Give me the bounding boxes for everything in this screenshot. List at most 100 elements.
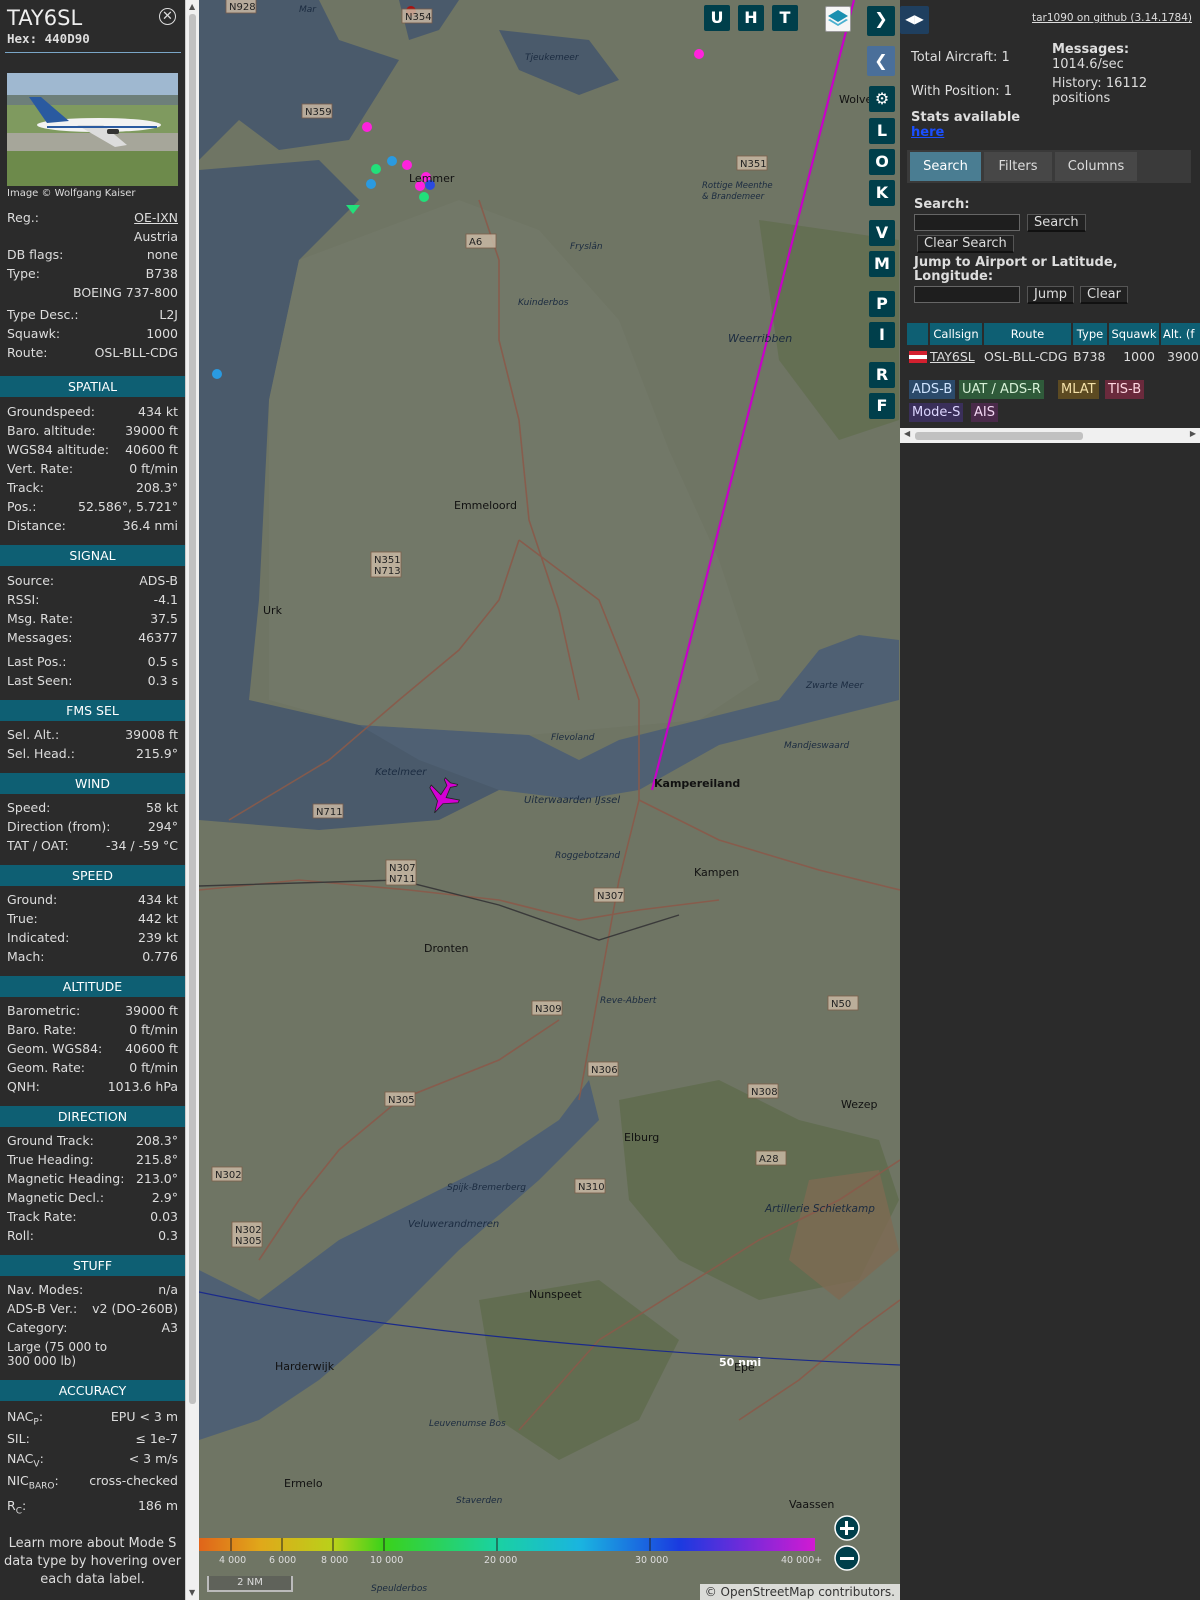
info-row-spatial: Vert. Rate: 0 ft/min xyxy=(7,461,178,479)
info-row-wind: Direction (from): 294° xyxy=(7,819,178,837)
map-toggle-l[interactable]: L xyxy=(869,118,895,144)
place-label: Dronten xyxy=(424,942,469,955)
divider xyxy=(5,52,181,53)
info-value: ≤ 1e-7 xyxy=(135,1431,178,1446)
map-toggle-t[interactable]: T xyxy=(772,5,798,31)
info-label: Speed: xyxy=(7,800,51,815)
aircraft-photo[interactable] xyxy=(7,73,178,186)
collapse-left-button[interactable]: ❮ xyxy=(867,46,895,76)
map-canvas[interactable]: 50 nmi LemmerEmmeloordUrkKampereilandKam… xyxy=(199,0,900,1600)
search-button[interactable]: Search xyxy=(1027,214,1086,232)
place-label: Ketelmeer xyxy=(375,767,427,778)
map-toggle-r[interactable]: R xyxy=(869,362,895,388)
table-header-squawk[interactable]: Squawk xyxy=(1109,323,1159,345)
aircraft-info-panel: TAY6SL Hex: 440D90 ✕ Image © Wolfgang Ka… xyxy=(0,0,185,1600)
info-panel-scrollbar[interactable]: ▲ ▼ xyxy=(185,0,199,1600)
road-shield: N302N305 xyxy=(231,1221,263,1248)
dbflags-label: DB flags: xyxy=(7,247,64,262)
map-toggle-k[interactable]: K xyxy=(869,180,895,206)
info-label: Source: xyxy=(7,573,55,588)
road-shield: N354 xyxy=(401,8,433,24)
map-view[interactable]: 50 nmi Lemmer Emmeloord Urk Kampereiland Kam… xyxy=(199,0,900,1600)
table-header-type[interactable]: Type xyxy=(1073,323,1107,345)
svg-text:N305: N305 xyxy=(235,1236,262,1247)
route-row: Route: OSL-BLL-CDG xyxy=(7,345,178,363)
layers-button[interactable] xyxy=(825,6,851,32)
github-link[interactable]: tar1090 on github (3.14.1784) xyxy=(1032,12,1192,24)
help-footnote: Learn more about Mode S data type by hov… xyxy=(3,1536,182,1587)
info-value: A3 xyxy=(161,1320,178,1335)
zoom-out-button[interactable] xyxy=(834,1545,860,1571)
svg-text:N711: N711 xyxy=(316,807,343,818)
search-input[interactable] xyxy=(914,214,1020,231)
chevron-right-icon: ❯ xyxy=(874,9,888,28)
gear-icon: ⚙ xyxy=(874,89,890,108)
svg-text:N928: N928 xyxy=(229,2,256,13)
toggle-sidebar-button[interactable]: ◀▶ xyxy=(900,6,929,34)
info-value: v2 (DO-260B) xyxy=(92,1301,178,1316)
info-value: ADS-B xyxy=(139,573,178,588)
scroll-thumb[interactable] xyxy=(189,14,196,1404)
altitude-legend-label: 6 000 xyxy=(269,1555,296,1566)
place-label: Epe xyxy=(734,1361,755,1374)
close-icon[interactable]: ✕ xyxy=(159,8,176,25)
expand-right-button[interactable]: ❯ xyxy=(867,6,895,36)
map-toggle-i[interactable]: I xyxy=(869,322,895,348)
svg-text:N354: N354 xyxy=(405,12,432,23)
svg-text:N309: N309 xyxy=(535,1004,562,1015)
road-shield: N351N713 xyxy=(370,551,402,578)
map-toggle-p[interactable]: P xyxy=(869,291,895,317)
info-label: Mach: xyxy=(7,949,45,964)
map-toggle-h[interactable]: H xyxy=(738,5,764,31)
dbflags-value: none xyxy=(146,247,178,262)
clear-search-button[interactable]: Clear Search xyxy=(917,235,1014,253)
row-callsign[interactable]: TAY6SL xyxy=(930,347,982,367)
info-value: 40600 ft xyxy=(125,1041,178,1056)
table-header-callsign[interactable]: Callsign xyxy=(930,323,982,345)
map-toggle-o[interactable]: O xyxy=(869,149,895,175)
scroll-up-arrow[interactable]: ▲ xyxy=(189,2,195,11)
road-shield: N308 xyxy=(747,1083,779,1099)
section-header-altitude: ALTITUDE xyxy=(0,976,185,997)
settings-button[interactable]: ⚙ xyxy=(869,86,895,112)
table-horizontal-scrollbar[interactable]: ◀ ▶ xyxy=(900,428,1200,443)
table-header-route[interactable]: Route xyxy=(984,323,1071,345)
registration-link[interactable]: OE-IXN xyxy=(134,210,178,225)
info-label: NACV: xyxy=(7,1451,44,1470)
info-label: NICBARO: xyxy=(7,1473,59,1492)
map-attribution[interactable]: © OpenStreetMap contributors. xyxy=(699,1584,900,1600)
tab-filters[interactable]: Filters xyxy=(984,152,1052,181)
info-row-accuracy: NACV: < 3 m/s xyxy=(7,1451,178,1470)
svg-text:A28: A28 xyxy=(759,1154,779,1165)
panel-tabs: Search Filters Columns xyxy=(907,150,1191,183)
jump-input[interactable] xyxy=(914,286,1020,303)
info-value: 208.3° xyxy=(135,1133,178,1148)
section-header-direction: DIRECTION xyxy=(0,1106,185,1127)
stats-link[interactable]: here xyxy=(911,125,944,140)
tab-search[interactable]: Search xyxy=(910,152,981,181)
hscroll-thumb[interactable] xyxy=(915,432,1083,440)
squawk-label: Squawk: xyxy=(7,326,61,341)
row-type: B738 xyxy=(1073,349,1106,364)
clear-jump-button[interactable]: Clear xyxy=(1080,286,1128,304)
map-toggle-f[interactable]: F xyxy=(869,393,895,419)
info-label: Distance: xyxy=(7,518,66,533)
jump-button[interactable]: Jump xyxy=(1027,286,1074,304)
altitude-legend-label: 30 000 xyxy=(635,1555,668,1566)
table-header-altitude[interactable]: Alt. (f xyxy=(1161,323,1200,345)
zoom-in-button[interactable] xyxy=(834,1515,860,1541)
table-header-flag xyxy=(907,323,928,345)
tab-columns[interactable]: Columns xyxy=(1055,152,1137,181)
place-label: Ermelo xyxy=(284,1477,323,1490)
info-value: 0.5 s xyxy=(147,654,178,669)
scroll-right-arrow[interactable]: ▶ xyxy=(1190,429,1196,438)
info-value: 39008 ft xyxy=(125,727,178,742)
road-shield: N306 xyxy=(587,1061,619,1077)
info-value: 442 kt xyxy=(138,911,178,926)
scroll-down-arrow[interactable]: ▼ xyxy=(189,1588,195,1597)
source-badge-ais: AIS xyxy=(971,403,998,422)
map-toggle-u[interactable]: U xyxy=(704,5,730,31)
map-toggle-v[interactable]: V xyxy=(869,220,895,246)
scroll-left-arrow[interactable]: ◀ xyxy=(904,429,910,438)
map-toggle-m[interactable]: M xyxy=(869,251,895,277)
